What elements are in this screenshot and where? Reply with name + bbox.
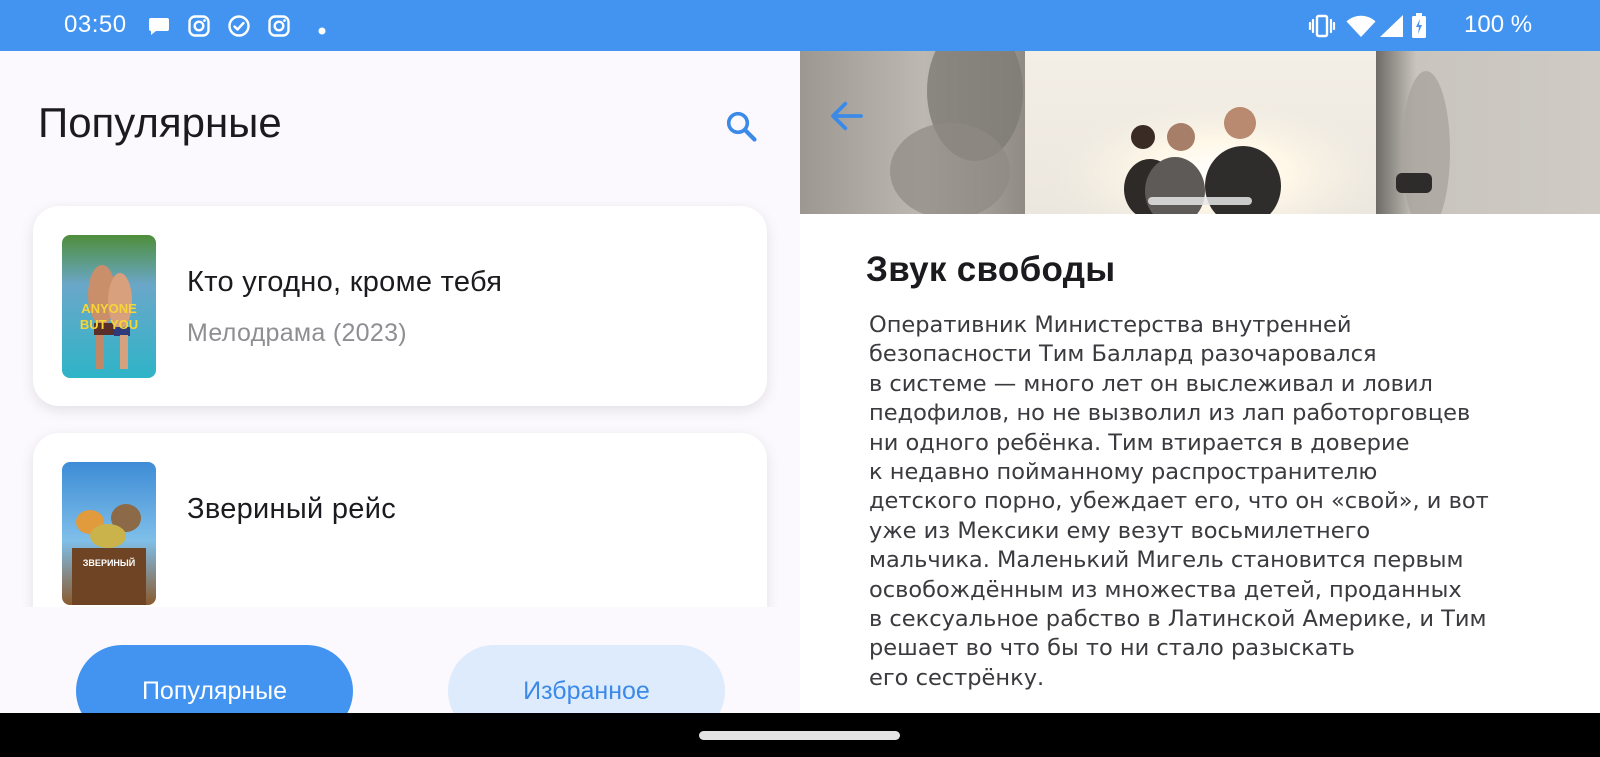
movie-detail-title: Звук свободы [866, 250, 1116, 289]
search-button[interactable] [718, 103, 764, 149]
battery-charging-icon [1411, 13, 1427, 44]
battery-percent: 100 % [1464, 11, 1533, 38]
dot-icon [318, 22, 326, 40]
movie-poster: ANYONE BUT YOU [62, 235, 156, 378]
navigation-gesture-bar [0, 713, 1600, 757]
movie-description: Оперативник Министерства внутренней безо… [869, 312, 1489, 691]
poster-text-line-2: BUT YOU [80, 317, 138, 332]
movie-card[interactable]: ANYONE BUT YOU Кто угодно, кроме тебя Ме… [33, 206, 767, 406]
status-time: 03:50 [64, 11, 127, 38]
movie-backdrop-image [800, 51, 1600, 214]
chat-bubble-icon [147, 14, 171, 43]
movie-detail-pane: Звук свободы Оперативник Министерства вн… [800, 51, 1600, 713]
search-icon [726, 111, 757, 142]
page-title: Популярные [38, 99, 282, 146]
movie-list[interactable]: ANYONE BUT YOU Кто угодно, кроме тебя Ме… [0, 201, 800, 607]
poster-text-line-1: ANYONE [81, 301, 137, 316]
vibrate-icon [1308, 14, 1336, 43]
movie-title: Звериный рейс [187, 493, 397, 525]
nav-popular-button[interactable]: Популярные [76, 645, 353, 713]
arrow-back-icon [831, 101, 863, 131]
nav-favorites-button[interactable]: Избранное [448, 645, 725, 713]
back-button[interactable] [822, 91, 872, 141]
signal-icon [1378, 14, 1404, 43]
check-circle-icon [227, 14, 251, 43]
drag-handle[interactable] [1148, 197, 1252, 205]
movie-genre-year: Мелодрама (2023) [187, 319, 407, 347]
bottom-navigation: Популярные Избранное [0, 607, 800, 713]
movie-card[interactable]: ЗВЕРИНЫЙ Звериный рейс [33, 433, 767, 607]
home-gesture-handle[interactable] [699, 731, 900, 740]
popular-movies-pane: Популярные ANYONE BUT YOU Кто угодно, кр… [0, 51, 800, 713]
instagram-icon [267, 14, 291, 43]
movie-title: Кто угодно, кроме тебя [187, 266, 503, 298]
poster-text: ЗВЕРИНЫЙ [83, 557, 135, 568]
status-bar: 03:50 100 % [0, 0, 1600, 51]
movie-poster: ЗВЕРИНЫЙ [62, 462, 156, 605]
wifi-icon [1346, 14, 1376, 43]
instagram-icon [187, 14, 211, 43]
